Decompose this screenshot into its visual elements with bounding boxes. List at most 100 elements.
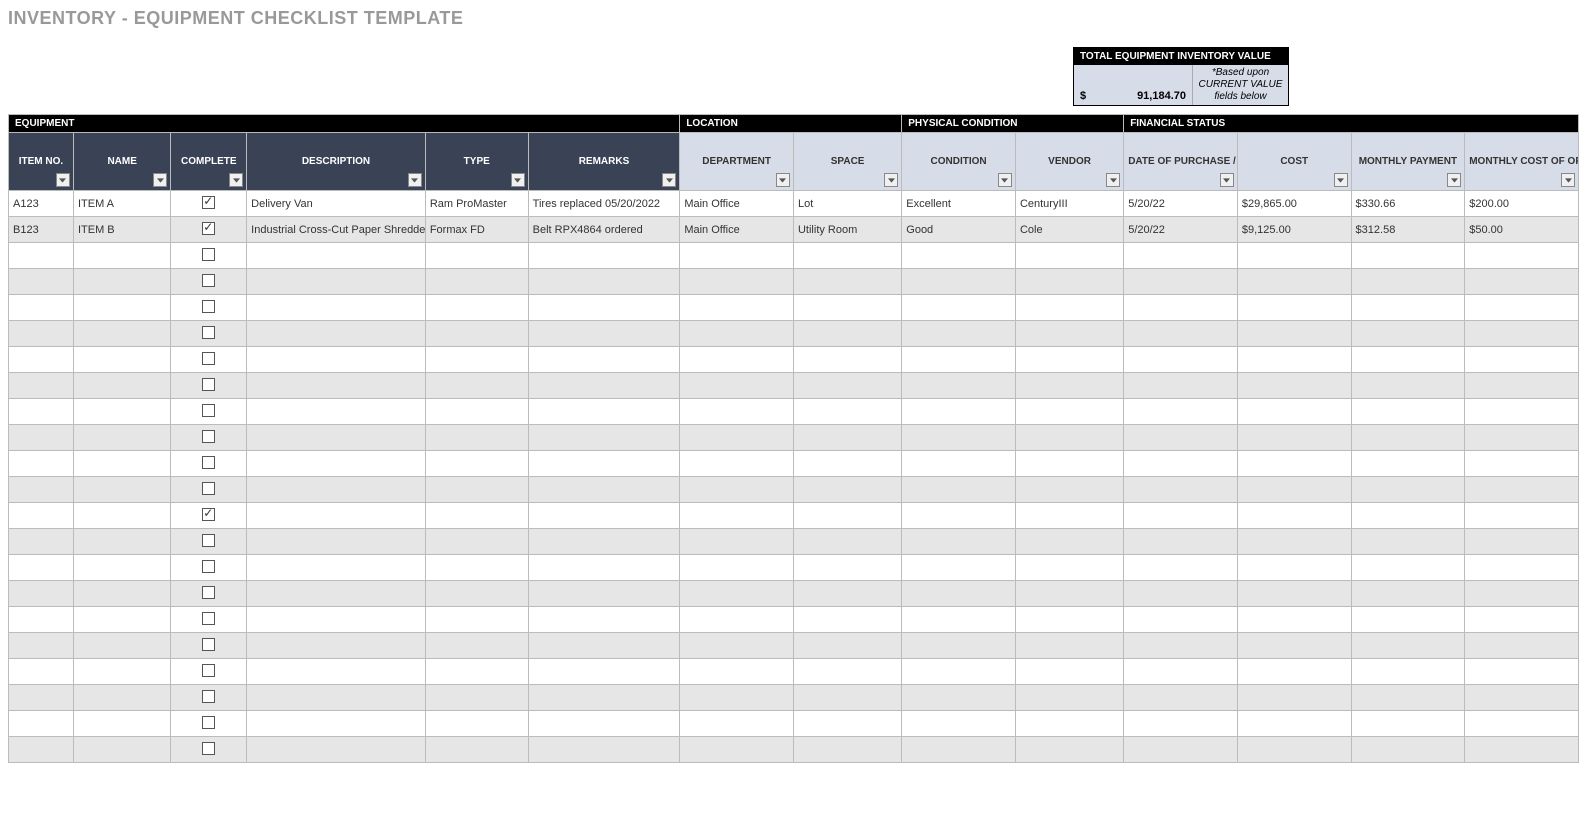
cell-type[interactable] (425, 633, 528, 659)
cell-name[interactable] (73, 399, 170, 425)
cell-remarks[interactable] (528, 269, 680, 295)
cell-complete[interactable] (171, 503, 247, 529)
cell-space[interactable]: Lot (793, 191, 901, 217)
cell-description[interactable] (247, 659, 426, 685)
cell-complete[interactable] (171, 633, 247, 659)
cell-type[interactable] (425, 425, 528, 451)
cell-department[interactable] (680, 269, 794, 295)
cell-department[interactable] (680, 425, 794, 451)
cell-payment[interactable] (1351, 295, 1465, 321)
cell-cost[interactable] (1237, 555, 1351, 581)
filter-icon[interactable] (1220, 173, 1234, 187)
complete-checkbox[interactable] (202, 300, 215, 313)
cell-description[interactable] (247, 477, 426, 503)
complete-checkbox[interactable] (202, 456, 215, 469)
cell-operation[interactable] (1465, 425, 1579, 451)
cell-item_no[interactable] (9, 477, 74, 503)
filter-icon[interactable] (229, 173, 243, 187)
cell-vendor[interactable] (1015, 685, 1123, 711)
cell-space[interactable] (793, 737, 901, 763)
cell-description[interactable] (247, 685, 426, 711)
cell-complete[interactable] (171, 191, 247, 217)
cell-payment[interactable] (1351, 555, 1465, 581)
cell-vendor[interactable] (1015, 269, 1123, 295)
cell-type[interactable] (425, 347, 528, 373)
cell-date[interactable] (1124, 399, 1238, 425)
cell-condition[interactable] (902, 243, 1016, 269)
cell-cost[interactable] (1237, 607, 1351, 633)
cell-vendor[interactable] (1015, 373, 1123, 399)
cell-type[interactable] (425, 243, 528, 269)
cell-remarks[interactable] (528, 321, 680, 347)
cell-complete[interactable] (171, 685, 247, 711)
filter-icon[interactable] (153, 173, 167, 187)
cell-condition[interactable] (902, 321, 1016, 347)
complete-checkbox[interactable] (202, 612, 215, 625)
cell-complete[interactable] (171, 451, 247, 477)
cell-department[interactable] (680, 607, 794, 633)
filter-icon[interactable] (662, 173, 676, 187)
cell-payment[interactable] (1351, 529, 1465, 555)
column-header-complete[interactable]: COMPLETE (171, 133, 247, 191)
cell-name[interactable] (73, 477, 170, 503)
column-header-name[interactable]: NAME (73, 133, 170, 191)
cell-complete[interactable] (171, 659, 247, 685)
cell-remarks[interactable] (528, 659, 680, 685)
complete-checkbox[interactable] (202, 482, 215, 495)
cell-type[interactable] (425, 399, 528, 425)
cell-description[interactable] (247, 269, 426, 295)
cell-description[interactable] (247, 633, 426, 659)
cell-remarks[interactable] (528, 711, 680, 737)
cell-payment[interactable] (1351, 477, 1465, 503)
cell-condition[interactable] (902, 711, 1016, 737)
cell-space[interactable] (793, 373, 901, 399)
cell-remarks[interactable] (528, 503, 680, 529)
cell-item_no[interactable]: A123 (9, 191, 74, 217)
cell-remarks[interactable] (528, 295, 680, 321)
cell-operation[interactable] (1465, 347, 1579, 373)
cell-item_no[interactable] (9, 503, 74, 529)
complete-checkbox[interactable] (202, 534, 215, 547)
cell-space[interactable] (793, 269, 901, 295)
cell-condition[interactable] (902, 503, 1016, 529)
cell-date[interactable] (1124, 555, 1238, 581)
cell-description[interactable] (247, 711, 426, 737)
cell-date[interactable] (1124, 685, 1238, 711)
cell-space[interactable] (793, 451, 901, 477)
cell-name[interactable] (73, 373, 170, 399)
cell-item_no[interactable] (9, 373, 74, 399)
cell-item_no[interactable] (9, 581, 74, 607)
cell-name[interactable] (73, 425, 170, 451)
cell-payment[interactable] (1351, 243, 1465, 269)
cell-operation[interactable] (1465, 269, 1579, 295)
cell-complete[interactable] (171, 347, 247, 373)
cell-space[interactable] (793, 321, 901, 347)
cell-payment[interactable] (1351, 373, 1465, 399)
cell-department[interactable] (680, 555, 794, 581)
cell-name[interactable] (73, 243, 170, 269)
cell-operation[interactable] (1465, 685, 1579, 711)
cell-date[interactable] (1124, 607, 1238, 633)
cell-condition[interactable] (902, 451, 1016, 477)
cell-complete[interactable] (171, 295, 247, 321)
cell-vendor[interactable] (1015, 243, 1123, 269)
cell-cost[interactable] (1237, 477, 1351, 503)
cell-remarks[interactable] (528, 451, 680, 477)
cell-vendor[interactable] (1015, 555, 1123, 581)
cell-item_no[interactable] (9, 555, 74, 581)
cell-payment[interactable] (1351, 451, 1465, 477)
filter-icon[interactable] (998, 173, 1012, 187)
cell-type[interactable]: Ram ProMaster (425, 191, 528, 217)
cell-type[interactable] (425, 529, 528, 555)
cell-complete[interactable] (171, 217, 247, 243)
cell-remarks[interactable]: Tires replaced 05/20/2022 (528, 191, 680, 217)
cell-date[interactable] (1124, 503, 1238, 529)
filter-icon[interactable] (776, 173, 790, 187)
cell-complete[interactable] (171, 737, 247, 763)
cell-date[interactable] (1124, 425, 1238, 451)
cell-description[interactable] (247, 529, 426, 555)
cell-date[interactable] (1124, 347, 1238, 373)
cell-vendor[interactable] (1015, 607, 1123, 633)
column-header-type[interactable]: TYPE (425, 133, 528, 191)
cell-type[interactable] (425, 711, 528, 737)
